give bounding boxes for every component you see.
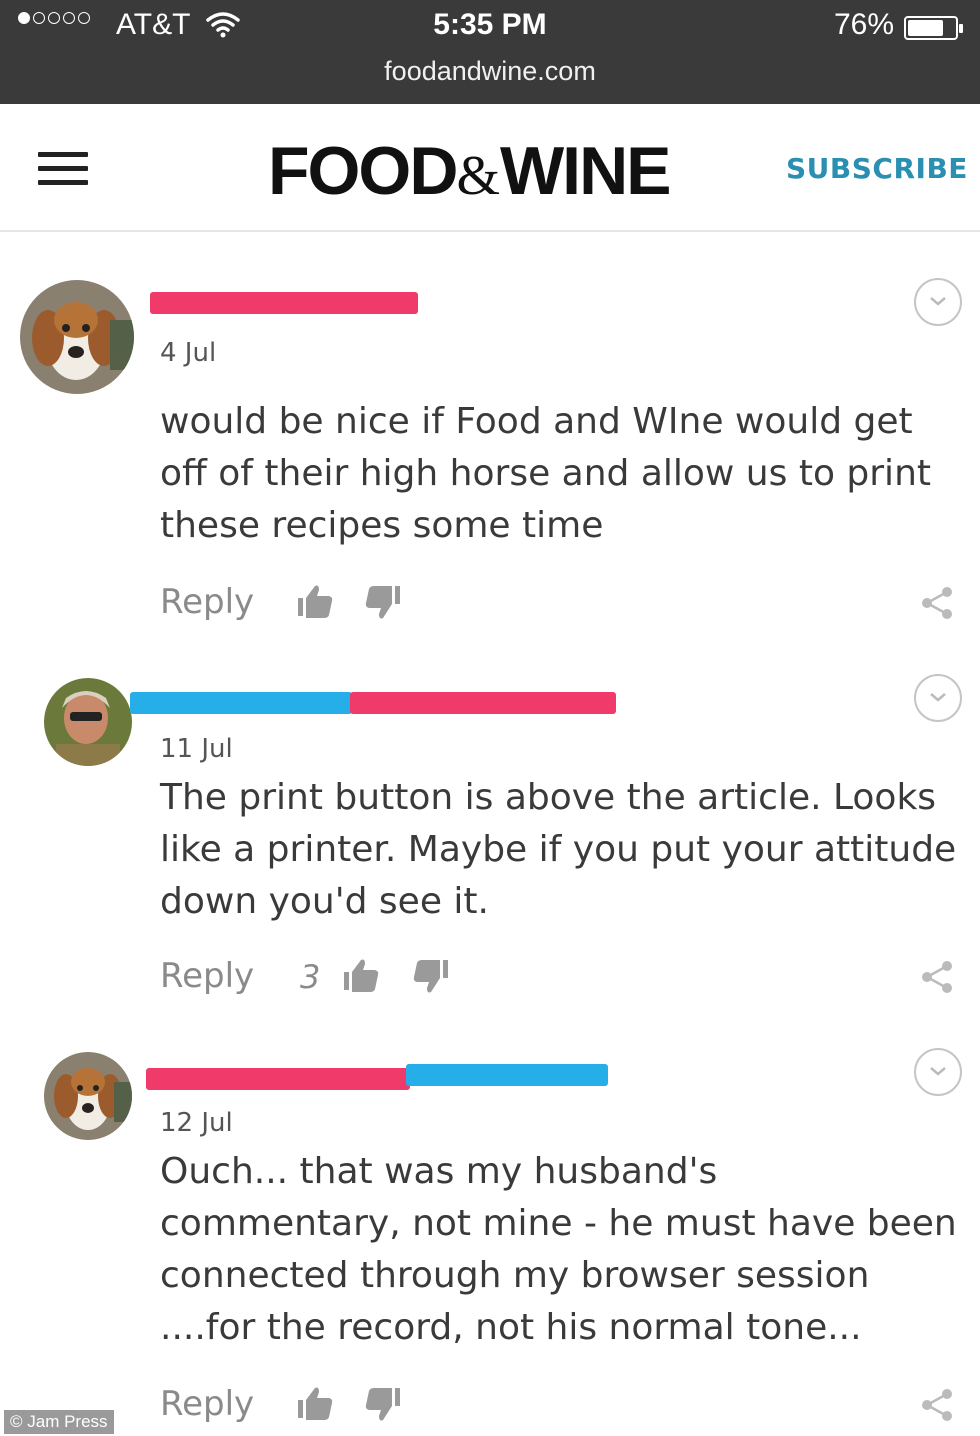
redacted-username (146, 1068, 410, 1090)
site-logo[interactable]: FOOD&WINE (268, 132, 672, 210)
comment-item: 12 Jul Ouch... that was my husband's com… (0, 1042, 980, 1436)
thumbs-down-icon[interactable] (362, 582, 402, 622)
reply-button[interactable]: Reply (160, 1384, 254, 1424)
comment-options-button[interactable] (914, 278, 962, 326)
comment-options-button[interactable] (914, 674, 962, 722)
redacted-username (130, 692, 352, 714)
chevron-down-icon (930, 1067, 946, 1076)
avatar[interactable] (44, 1052, 132, 1140)
chevron-down-icon (930, 297, 946, 306)
share-icon[interactable] (920, 1388, 954, 1422)
battery-icon (904, 16, 963, 40)
reply-button[interactable]: Reply (160, 582, 254, 622)
like-count: 3 (300, 958, 321, 996)
share-icon[interactable] (920, 960, 954, 994)
logo-text-food: FOOD (268, 133, 458, 209)
subscribe-button[interactable]: SUBSCRIBE (786, 152, 968, 185)
comment-date: 12 Jul (160, 1108, 233, 1138)
thumbs-up-icon[interactable] (296, 582, 336, 622)
watermark: © Jam Press (4, 1410, 114, 1434)
comment-text: The print button is above the article. L… (160, 777, 957, 922)
status-bar: AT&T 5:35 PM 76% foodandwine.com (0, 0, 980, 104)
redacted-username (150, 292, 418, 314)
site-header: FOOD&WINE SUBSCRIBE (0, 104, 980, 232)
reply-button[interactable]: Reply (160, 956, 254, 996)
comment-date: 4 Jul (160, 338, 217, 368)
comment-text: would be nice if Food and WIne would get… (160, 401, 931, 546)
avatar[interactable] (20, 280, 134, 394)
comment-date: 11 Jul (160, 734, 233, 764)
logo-ampersand: & (456, 145, 500, 207)
thumbs-down-icon[interactable] (362, 1384, 402, 1424)
avatar[interactable] (44, 678, 132, 766)
comment-item: 4 Jul would be nice if Food and WIne wou… (0, 270, 980, 640)
address-bar-url[interactable]: foodandwine.com (0, 56, 980, 87)
redacted-username (406, 1064, 608, 1086)
clock: 5:35 PM (433, 8, 547, 41)
logo-text-wine: WINE (500, 133, 672, 209)
thumbs-up-icon[interactable] (342, 956, 382, 996)
thumbs-down-icon[interactable] (410, 956, 450, 996)
chevron-down-icon (930, 693, 946, 702)
battery-percentage: 76% (834, 8, 895, 41)
comment-item: 11 Jul The print button is above the art… (0, 668, 980, 1038)
comment-text: Ouch... that was my husband's commentary… (160, 1151, 957, 1348)
thumbs-up-icon[interactable] (296, 1384, 336, 1424)
battery-fill (908, 20, 943, 36)
redacted-username (350, 692, 616, 714)
hamburger-menu-icon[interactable] (38, 152, 88, 190)
share-icon[interactable] (920, 586, 954, 620)
comment-options-button[interactable] (914, 1048, 962, 1096)
